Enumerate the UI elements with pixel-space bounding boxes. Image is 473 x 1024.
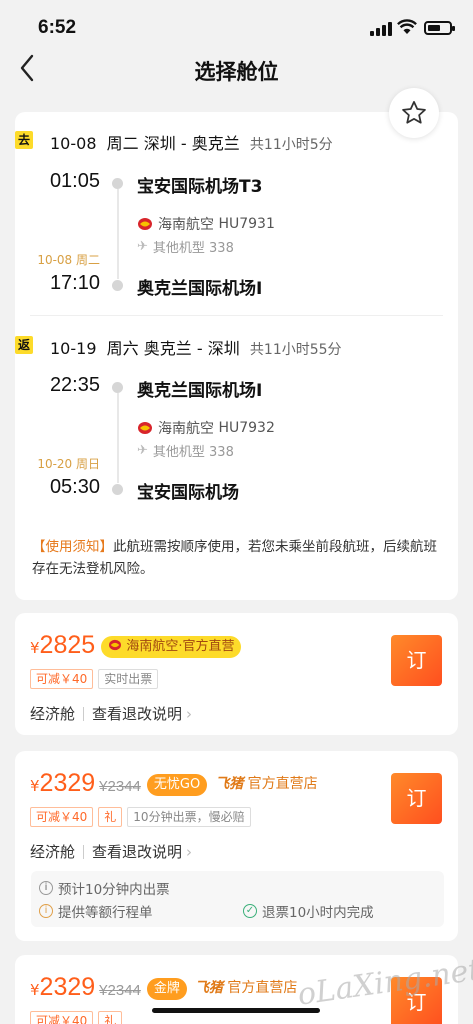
hainan-airlines-logo-icon: [138, 218, 152, 230]
timeline-dot: [112, 382, 123, 393]
chevron-right-icon: ›: [186, 843, 193, 861]
offer-tags: 可减￥40 礼 10分钟出票，慢必赔: [30, 807, 256, 827]
refund-policy-link[interactable]: 查看退改说明: [92, 843, 182, 861]
home-indicator[interactable]: [152, 1008, 320, 1013]
official-badge: 海南航空·官方直营: [101, 636, 242, 658]
check-icon: ✓: [243, 904, 257, 918]
info-icon: i: [39, 904, 53, 918]
outbound-arr-time: 17:10: [49, 272, 100, 294]
refund-policy-link[interactable]: 查看退改说明: [92, 705, 182, 723]
inbound-carrier: 海南航空 HU7932: [137, 418, 275, 438]
offer-tags: 可减￥40 实时出票: [30, 669, 163, 689]
store-label: 飞猪 官方直营店: [194, 980, 298, 996]
inbound-aircraft: ✈ 其他机型 338: [137, 443, 234, 460]
inbound-dep-airport: 奥克兰国际机场I: [137, 381, 263, 401]
status-time: 6:52: [38, 17, 77, 38]
timeline-line: [117, 189, 119, 279]
status-bar: 6:52: [0, 0, 473, 48]
price-row: ¥2329 ¥2344 金牌 飞猪 官方直营店: [30, 973, 298, 1001]
timeline-line: [117, 393, 119, 483]
inbound-dep-time: 22:35: [49, 374, 100, 396]
inbound-arr-airport: 宝安国际机场: [137, 483, 239, 503]
discount-tag: 可减￥40: [30, 1011, 94, 1024]
outbound-carrier: 海南航空 HU7931: [137, 214, 275, 234]
price: 2329: [39, 973, 96, 1001]
gift-tag: 礼: [98, 807, 123, 827]
usage-notice: 【使用须知】此航班需按顺序使用，若您未乘坐前段航班，后续航班存在无法登机风险。: [32, 539, 437, 577]
battery-icon: [424, 21, 455, 35]
gold-badge: 金牌: [146, 978, 187, 1000]
fare-offer-card[interactable]: ¥2329 ¥2344 无忧GO 飞猪 官方直营店 可减￥40 礼 10分钟出票…: [15, 751, 458, 941]
cabin-row: 经济舱 查看退改说明 ›: [30, 703, 192, 724]
store-label: 飞猪 官方直营店: [215, 776, 318, 792]
inbound-arr-date: 10-20 周日: [37, 457, 100, 471]
service-info-box: i 预计10分钟内出票 i 提供等额行程单 ✓ 退票10小时内完成: [31, 871, 444, 927]
gift-tag: 礼: [98, 1011, 123, 1024]
discount-tag: 可减￥40: [30, 807, 94, 827]
outbound-arr-airport: 奥克兰国际机场I: [137, 279, 263, 299]
original-price: ¥2344: [99, 778, 141, 795]
price-row: ¥2825 海南航空·官方直营: [30, 631, 242, 661]
outbound-header: 10-08 周二 深圳 - 奥克兰 共11小时5分: [50, 134, 333, 153]
worry-free-badge: 无忧GO: [146, 774, 208, 796]
plane-icon: ✈: [137, 239, 148, 254]
outbound-tag: 去: [15, 131, 33, 149]
offer-tags: 可减￥40 礼: [30, 1011, 127, 1024]
inbound-header: 10-19 周六 奥克兰 - 深圳 共11小时55分: [50, 339, 342, 358]
price: 2329: [39, 769, 96, 797]
wifi-icon: [397, 19, 417, 34]
hainan-airlines-logo-icon: [109, 639, 122, 651]
original-price: ¥2344: [99, 982, 141, 999]
book-button[interactable]: 订: [391, 635, 442, 686]
ticketing-tag: 实时出票: [98, 669, 159, 689]
ticketing-tag: 10分钟出票，慢必赔: [127, 807, 251, 827]
fare-offer-card[interactable]: ¥2825 海南航空·官方直营 可减￥40 实时出票 经济舱 查看退改说明 › 订: [15, 613, 458, 735]
inbound-arr-time: 05:30: [49, 476, 100, 498]
favorite-button[interactable]: [389, 88, 439, 138]
hainan-airlines-logo-icon: [138, 422, 152, 434]
timeline-dot: [112, 484, 123, 495]
price: 2825: [39, 631, 96, 659]
book-button[interactable]: 订: [391, 773, 442, 824]
divider: [30, 315, 443, 316]
price-row: ¥2329 ¥2344 无忧GO 飞猪 官方直营店: [30, 769, 318, 797]
outbound-aircraft: ✈ 其他机型 338: [137, 239, 234, 256]
plane-icon: ✈: [137, 443, 148, 458]
inbound-tag: 返: [15, 336, 33, 354]
star-icon: [402, 101, 426, 124]
outbound-dep-airport: 宝安国际机场T3: [137, 177, 263, 197]
timeline-dot: [112, 280, 123, 291]
chevron-right-icon: ›: [186, 705, 193, 723]
cabin-class: 经济舱: [30, 705, 76, 723]
timeline-dot: [112, 178, 123, 189]
discount-tag: 可减￥40: [30, 669, 94, 689]
cabin-row: 经济舱 查看退改说明 ›: [30, 841, 192, 862]
flight-info-card: 去 10-08 周二 深圳 - 奥克兰 共11小时5分 01:05 宝安国际机场…: [15, 112, 458, 600]
info-icon: i: [39, 881, 53, 895]
page-title: 选择舱位: [194, 60, 279, 84]
signal-icon: [370, 22, 392, 36]
outbound-arr-date: 10-08 周二: [37, 253, 100, 267]
cabin-class: 经济舱: [30, 843, 76, 861]
outbound-dep-time: 01:05: [49, 170, 100, 192]
nav-bar: 选择舱位: [0, 48, 473, 92]
